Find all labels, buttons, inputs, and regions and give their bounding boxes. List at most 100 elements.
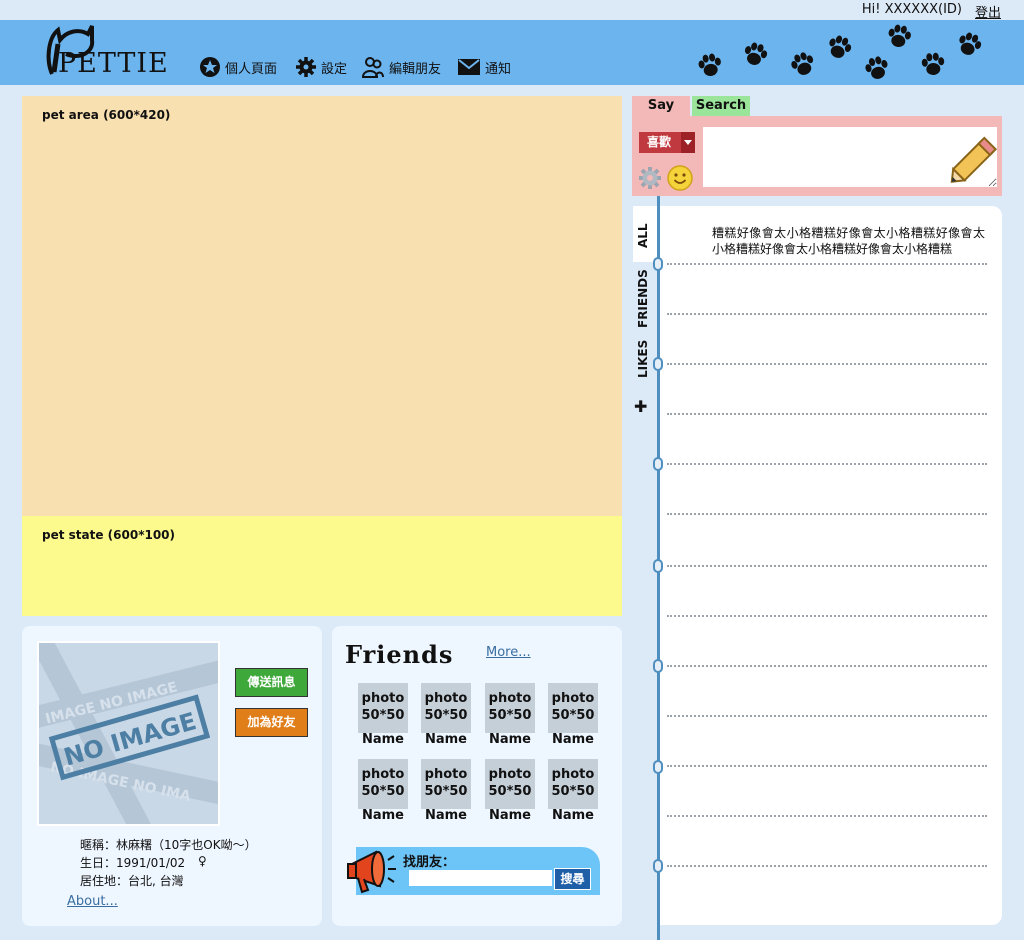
chevron-down-icon [681, 132, 695, 153]
nav-edit-friends-label: 編輯朋友 [389, 61, 442, 77]
friend-photo-size: 50*50 [488, 708, 532, 723]
about-link[interactable]: About... [67, 894, 118, 909]
friend-photo-label: photo [361, 691, 405, 706]
feed-divider [667, 865, 987, 867]
feed-divider [667, 665, 987, 667]
send-message-button[interactable]: 傳送訊息 [235, 668, 308, 697]
smiley-icon[interactable] [667, 165, 693, 191]
nav-profile[interactable]: 個人頁面 [200, 56, 277, 78]
friend-name[interactable]: Name [548, 732, 598, 747]
feed-divider [667, 513, 987, 515]
friend-photo-size: 50*50 [488, 784, 532, 799]
add-friend-button[interactable]: 加為好友 [235, 708, 308, 737]
timeline-node [653, 760, 663, 774]
timeline-node [653, 659, 663, 673]
megaphone-icon [347, 850, 396, 894]
nav-notifications[interactable]: 通知 [458, 56, 511, 78]
nav-settings[interactable]: 設定 [296, 56, 347, 78]
tab-say[interactable]: Say [632, 96, 690, 116]
profile-photo: IMAGE NO IMAGE NO IMAGE NO IMA NO IMAGE [37, 641, 220, 826]
friend-name[interactable]: Name [358, 732, 408, 747]
nav-settings-label: 設定 [321, 61, 348, 77]
friend-photo[interactable]: photo 50*50 [421, 759, 471, 809]
friend-photo-size: 50*50 [424, 784, 468, 799]
friends-more-link[interactable]: More... [486, 645, 531, 660]
friend-photo[interactable]: photo 50*50 [548, 759, 598, 809]
friend-photo[interactable]: photo 50*50 [358, 683, 408, 733]
friend-photo-label: photo [424, 691, 468, 706]
pet-state-label: pet state (600*100) [42, 528, 176, 542]
friend-photo-label: photo [488, 691, 532, 706]
friend-photo-label: photo [361, 767, 405, 782]
feed-divider [667, 363, 987, 365]
greeting-text: Hi! XXXXXX(ID) [861, 2, 962, 17]
nav-edit-friends[interactable]: 編輯朋友 [362, 56, 441, 78]
nav-notifications-label: 通知 [485, 61, 512, 77]
profile-nickname: 暱稱：林麻糬（10字也OK呦～） [80, 838, 257, 852]
friend-photo-label: photo [551, 691, 595, 706]
friend-photo[interactable]: photo 50*50 [548, 683, 598, 733]
envelope-icon [458, 59, 480, 75]
feed-divider [667, 815, 987, 817]
feed-divider [667, 565, 987, 567]
mood-select-value: 喜歡 [647, 135, 672, 149]
friend-photo-size: 50*50 [551, 784, 595, 799]
friend-photo-size: 50*50 [424, 708, 468, 723]
tab-friends[interactable]: FRIENDS [636, 269, 650, 328]
timeline-node [653, 357, 663, 371]
friend-photo-label: photo [488, 767, 532, 782]
friend-photo-size: 50*50 [361, 784, 405, 799]
timeline-node [653, 257, 663, 271]
pet-area[interactable]: pet area (600*420) [22, 96, 622, 516]
pencil-icon[interactable] [944, 134, 1002, 190]
find-friends-input[interactable] [409, 870, 552, 886]
timeline-node [653, 559, 663, 573]
nav-profile-label: 個人頁面 [225, 61, 278, 77]
friend-name[interactable]: Name [548, 808, 598, 823]
friend-name[interactable]: Name [358, 808, 408, 823]
friend-photo[interactable]: photo 50*50 [358, 759, 408, 809]
gear-icon [296, 57, 316, 77]
find-friends-label: 找朋友： [403, 855, 456, 870]
paw-print-icon [886, 23, 913, 49]
profile-location: 居住地：台北, 台灣 [80, 874, 184, 888]
find-friends-button[interactable]: 搜尋 [554, 868, 591, 890]
friend-name[interactable]: Name [485, 808, 535, 823]
friend-photo[interactable]: photo 50*50 [485, 759, 535, 809]
profile-birthday: 生日：1991/01/02 [80, 856, 186, 870]
feed-divider [667, 615, 987, 617]
friend-photo-label: photo [551, 767, 595, 782]
people-icon [362, 57, 384, 78]
timeline-node [653, 859, 663, 873]
feed-divider [667, 715, 987, 717]
feed-divider [667, 463, 987, 465]
tab-all[interactable]: ALL [636, 223, 650, 248]
logo-text[interactable]: PETTIE [58, 48, 169, 79]
feed-post-text: 糟糕好像會太小格糟糕好像會太小格糟糕好像會太小格糟糕好像會太小格糟糕好像會太小格… [712, 226, 985, 256]
friend-photo-size: 50*50 [551, 708, 595, 723]
friend-photo[interactable]: photo 50*50 [485, 683, 535, 733]
tab-search[interactable]: Search [692, 96, 750, 116]
feed-divider [667, 263, 987, 265]
friend-photo[interactable]: photo 50*50 [421, 683, 471, 733]
gender-icon: ♀ [198, 854, 207, 868]
paw-print-icon [697, 52, 724, 78]
tab-likes[interactable]: LIKES [636, 340, 650, 378]
logout-link[interactable]: 登出 [975, 2, 1001, 21]
star-badge-icon [200, 57, 220, 77]
feed-divider [667, 765, 987, 767]
friends-title: Friends [345, 640, 454, 669]
gear-icon[interactable] [638, 166, 662, 190]
friend-name[interactable]: Name [485, 732, 535, 747]
friend-name[interactable]: Name [421, 732, 471, 747]
paw-print-icon [920, 52, 946, 76]
feed-divider [667, 413, 987, 415]
feed-divider [667, 313, 987, 315]
pet-area-label: pet area (600*420) [42, 108, 171, 122]
add-tab-icon[interactable]: ✚ [634, 397, 647, 416]
friend-name[interactable]: Name [421, 808, 471, 823]
timeline-node [653, 457, 663, 471]
mood-select[interactable]: 喜歡 [639, 132, 695, 153]
friend-photo-size: 50*50 [361, 708, 405, 723]
no-image-placeholder-icon: IMAGE NO IMAGE NO IMAGE NO IMA NO IMAGE [39, 643, 218, 824]
